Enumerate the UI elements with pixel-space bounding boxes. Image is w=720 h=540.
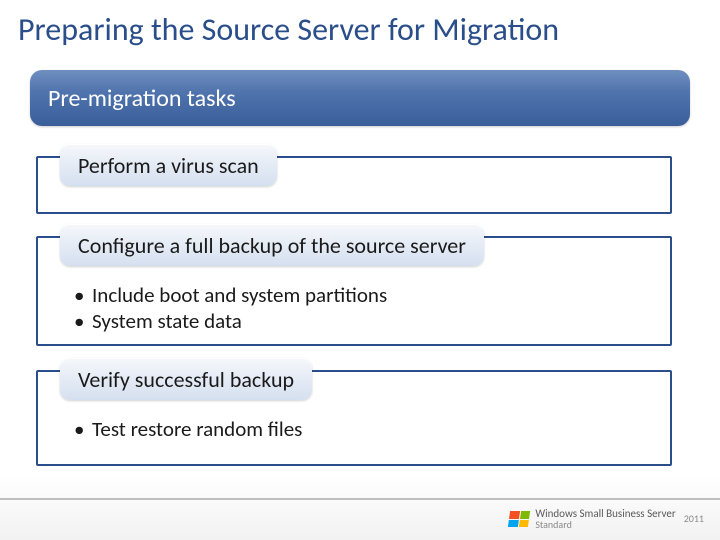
bullets-3: • Test restore random files bbox=[74, 416, 302, 442]
bullet-icon: • bbox=[74, 282, 92, 308]
list-item: • System state data bbox=[74, 308, 387, 334]
footer-logo: Windows Small Business Server Standard 2… bbox=[509, 508, 704, 530]
subheader-3: Verify successful backup bbox=[60, 358, 312, 400]
footer-year: 2011 bbox=[684, 512, 704, 525]
bullet-icon: • bbox=[74, 416, 92, 442]
subheader-2: Configure a full backup of the source se… bbox=[60, 224, 484, 266]
subheader-2-label: Configure a full backup of the source se… bbox=[78, 232, 466, 259]
list-item: • Test restore random files bbox=[74, 416, 302, 442]
section-header-label: Pre-migration tasks bbox=[48, 84, 236, 113]
bullets-2: • Include boot and system partitions • S… bbox=[74, 282, 387, 335]
footer-brand-line2: Standard bbox=[535, 520, 675, 531]
list-item: • Include boot and system partitions bbox=[74, 282, 387, 308]
footer-divider bbox=[0, 498, 720, 500]
slide-title: Preparing the Source Server for Migratio… bbox=[18, 10, 559, 49]
bullet-icon: • bbox=[74, 308, 92, 334]
footer-brand: Windows Small Business Server Standard bbox=[535, 508, 675, 530]
bullet-text: Include boot and system partitions bbox=[92, 282, 387, 308]
slide: Preparing the Source Server for Migratio… bbox=[0, 0, 720, 540]
bullet-text: System state data bbox=[92, 308, 242, 334]
subheader-1-label: Perform a virus scan bbox=[78, 152, 259, 179]
section-header: Pre-migration tasks bbox=[30, 70, 690, 126]
subheader-3-label: Verify successful backup bbox=[78, 366, 294, 393]
subheader-1: Perform a virus scan bbox=[60, 144, 277, 186]
bullet-text: Test restore random files bbox=[92, 416, 302, 442]
windows-flag-icon bbox=[508, 511, 530, 527]
